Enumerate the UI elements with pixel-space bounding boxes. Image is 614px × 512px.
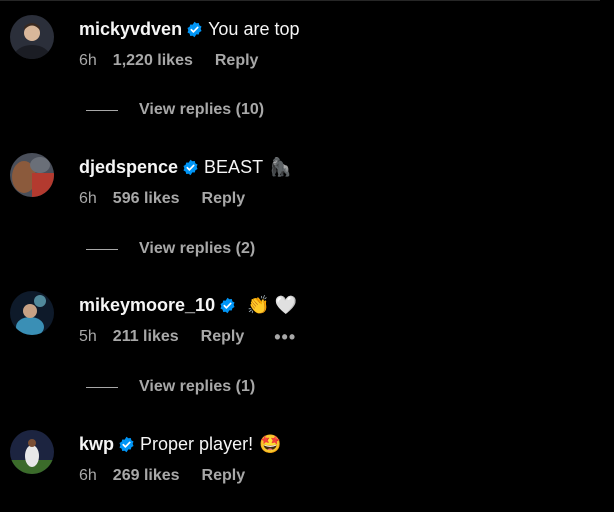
avatar[interactable] — [10, 15, 54, 59]
view-replies-label: View replies (2) — [139, 240, 256, 257]
verified-badge-icon — [220, 297, 235, 313]
view-replies-button[interactable]: View replies (2) — [86, 240, 255, 258]
verified-badge-icon — [187, 21, 202, 37]
replies-dash — [86, 248, 118, 250]
comment-text: BEAST — [204, 156, 264, 177]
verified-badge-icon — [119, 436, 134, 452]
comment-text: You are top — [208, 18, 300, 39]
timestamp[interactable]: 5h — [79, 328, 97, 346]
likes-count[interactable]: 1,220 likes — [113, 52, 193, 70]
timestamp[interactable]: 6h — [79, 52, 97, 70]
verified-badge-icon — [183, 159, 198, 175]
star-struck-emoji-icon: 🤩 — [259, 433, 282, 454]
replies-dash — [86, 386, 118, 388]
avatar[interactable] — [10, 153, 54, 197]
reply-button[interactable]: Reply — [201, 328, 245, 346]
likes-count[interactable]: 211 likes — [113, 328, 179, 346]
scrollbar-track — [600, 0, 614, 512]
timestamp[interactable]: 6h — [79, 190, 97, 208]
reply-button[interactable]: Reply — [202, 467, 246, 485]
clap-heart-emoji-icon: 👏 🤍 — [247, 294, 297, 315]
username[interactable]: mikeymoore_10 — [79, 295, 215, 316]
likes-count[interactable]: 596 likes — [113, 190, 180, 208]
avatar-image — [10, 153, 54, 197]
likes-count[interactable]: 269 likes — [113, 467, 180, 485]
view-replies-label: View replies (1) — [139, 378, 256, 395]
view-replies-button[interactable]: View replies (1) — [86, 378, 255, 396]
avatar-image — [10, 15, 54, 59]
view-replies-label: View replies (10) — [139, 101, 265, 118]
username[interactable]: kwp — [79, 434, 114, 455]
view-replies-button[interactable]: View replies (10) — [86, 101, 264, 119]
gorilla-emoji-icon: 🦍 — [269, 156, 292, 177]
timestamp[interactable]: 6h — [79, 467, 97, 485]
replies-dash — [86, 109, 118, 111]
more-options-icon[interactable]: ••• — [274, 327, 296, 348]
avatar-image — [10, 291, 54, 335]
avatar[interactable] — [10, 291, 54, 335]
comment-text: Proper player! — [140, 433, 254, 454]
top-divider — [0, 0, 600, 1]
reply-button[interactable]: Reply — [215, 52, 259, 70]
avatar[interactable] — [10, 430, 54, 474]
username[interactable]: djedspence — [79, 157, 178, 178]
username[interactable]: mickyvdven — [79, 19, 182, 40]
reply-button[interactable]: Reply — [202, 190, 246, 208]
avatar-image — [10, 430, 54, 474]
